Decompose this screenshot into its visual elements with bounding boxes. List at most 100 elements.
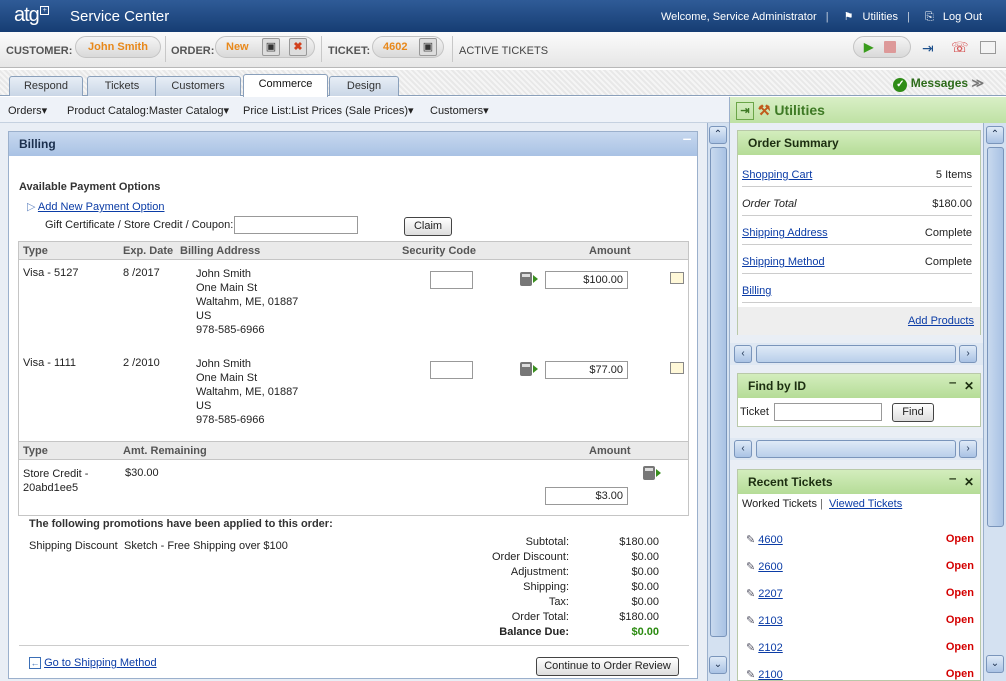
ticket-link[interactable]: 2207: [758, 588, 782, 600]
header-links: Welcome, Service Administrator | ⚑ Utili…: [660, 11, 982, 23]
tab-respond[interactable]: Respond: [9, 76, 83, 96]
logout-link[interactable]: ⎘ Log Out: [919, 11, 982, 23]
billing-link[interactable]: Billing: [742, 285, 771, 297]
scroll-thumb[interactable]: [710, 147, 727, 637]
scroll-thumb[interactable]: [756, 440, 956, 458]
tab-bar: Respond Tickets Customers Commerce Desig…: [0, 70, 1006, 97]
viewed-tickets-tab[interactable]: Viewed Tickets: [829, 498, 902, 510]
recent-tickets-header: Recent Tickets ‒ ✕: [738, 470, 980, 494]
add-products-link[interactable]: Add Products: [908, 315, 974, 327]
utilities-link[interactable]: ⚑ Utilities: [838, 11, 898, 23]
collapse-icon[interactable]: ⇥: [736, 102, 754, 121]
minimize-icon[interactable]: ‒: [683, 126, 691, 150]
scroll-right-icon[interactable]: ›: [959, 345, 977, 363]
security-code-input[interactable]: [430, 271, 473, 289]
save-order-icon[interactable]: ▣: [262, 38, 280, 56]
close-icon[interactable]: ✕: [964, 470, 974, 494]
amount-input[interactable]: $77.00: [545, 361, 628, 379]
list-item: Billing: [742, 281, 972, 303]
worked-tickets-tab[interactable]: Worked Tickets: [742, 498, 817, 510]
messages-toggle[interactable]: ✓ Messages ≫: [893, 76, 984, 92]
list-item: Order Total $180.00: [742, 194, 972, 216]
window-icon[interactable]: [980, 41, 996, 54]
nav-orders[interactable]: Orders▾: [8, 104, 47, 117]
minimize-icon[interactable]: ‒: [949, 470, 956, 490]
ticket-id-input[interactable]: [774, 403, 882, 421]
check-icon: ✓: [893, 78, 908, 92]
ticket-status: Open: [945, 641, 974, 653]
edit-icon[interactable]: [670, 272, 684, 284]
col-type: Type: [23, 445, 48, 457]
coupon-label: Gift Certificate / Store Credit / Coupon…: [45, 219, 234, 231]
main-scrollbar[interactable]: ⌃ ⌄: [707, 123, 729, 681]
shopping-cart-link[interactable]: Shopping Cart: [742, 169, 812, 181]
ticket-link[interactable]: 2600: [758, 561, 782, 573]
scroll-left-icon[interactable]: ‹: [734, 345, 752, 363]
calculator-icon[interactable]: [643, 466, 655, 480]
scroll-left-icon[interactable]: ‹: [734, 440, 752, 458]
minimize-icon[interactable]: ‒: [949, 370, 956, 394]
col-exp: Exp. Date: [123, 245, 174, 257]
tab-commerce[interactable]: Commerce: [243, 74, 328, 97]
active-tickets-link[interactable]: ACTIVE TICKETS: [459, 45, 548, 57]
calculator-icon[interactable]: [520, 362, 532, 376]
ticket-icon: ✎: [746, 615, 756, 627]
h-scrollbar[interactable]: ‹ ›: [730, 343, 1006, 365]
nav-price-list[interactable]: Price List:List Prices (Sale Prices)▾: [243, 104, 414, 117]
scroll-thumb[interactable]: [987, 147, 1004, 527]
card-type: Visa - 5127: [23, 267, 79, 279]
goto-shipping-link[interactable]: Go to Shipping Method: [44, 657, 157, 669]
calculator-icon[interactable]: [520, 272, 532, 286]
nav-customers[interactable]: Customers▾: [430, 104, 489, 117]
cancel-order-icon[interactable]: ✖: [289, 38, 307, 56]
h-scrollbar[interactable]: ‹ ›: [730, 438, 1006, 460]
col-type: Type: [23, 245, 48, 257]
find-button[interactable]: Find: [892, 403, 934, 422]
utilities-icon: ⚑: [843, 11, 854, 23]
scroll-thumb[interactable]: [756, 345, 956, 363]
add-payment-link[interactable]: Add New Payment Option: [38, 201, 165, 213]
scroll-right-icon[interactable]: ›: [959, 440, 977, 458]
ticket-link[interactable]: 2100: [758, 669, 782, 680]
edit-icon[interactable]: [670, 362, 684, 374]
goto-shipping-row: ← Go to Shipping Method: [29, 657, 157, 669]
save-ticket-icon[interactable]: ▣: [419, 38, 437, 56]
close-icon[interactable]: ✕: [964, 374, 974, 398]
scroll-down-icon[interactable]: ⌄: [709, 656, 727, 674]
nav-product-catalog[interactable]: Product Catalog:Master Catalog▾: [67, 104, 229, 117]
scroll-down-icon[interactable]: ⌄: [986, 655, 1004, 673]
scroll-up-icon[interactable]: ⌃: [986, 126, 1004, 144]
ticket-label: TICKET:: [328, 45, 371, 57]
utilities-scrollbar[interactable]: ⌃ ⌄: [983, 123, 1006, 681]
scroll-up-icon[interactable]: ⌃: [709, 126, 727, 144]
order-status: New: [226, 41, 249, 53]
continue-review-button[interactable]: Continue to Order Review: [536, 657, 679, 676]
coupon-input[interactable]: [234, 216, 358, 234]
security-code-input[interactable]: [430, 361, 473, 379]
phone-icon[interactable]: ☏: [951, 39, 969, 56]
tab-customers[interactable]: Customers: [155, 76, 241, 96]
available-options-heading: Available Payment Options: [19, 181, 161, 193]
table-header: Type Amt. Remaining Amount: [19, 442, 688, 460]
claim-button[interactable]: Claim: [404, 217, 452, 236]
tab-tickets[interactable]: Tickets: [87, 76, 157, 96]
ticket-list: ✎ 4600 Open ✎ 2600 Open ✎ 2207 Open ✎ 2103 O…: [746, 533, 976, 680]
amount-input[interactable]: $100.00: [545, 271, 628, 289]
shipping-address-link[interactable]: Shipping Address: [742, 227, 828, 239]
utilities-sidebar: ⇥ ⚒ Utilities Order Summary Shopping Car…: [729, 97, 1006, 681]
customer-pill[interactable]: John Smith: [75, 36, 161, 58]
app-header: atg + Service Center Welcome, Service Adm…: [0, 0, 1006, 32]
ticket-link[interactable]: 4600: [758, 534, 782, 546]
order-label: ORDER:: [171, 45, 215, 57]
stop-icon[interactable]: [884, 41, 896, 53]
tab-design[interactable]: Design: [329, 76, 399, 96]
welcome-text: Welcome, Service Administrator: [660, 11, 817, 23]
shipping-method-link[interactable]: Shipping Method: [742, 256, 825, 268]
ticket-link[interactable]: 2102: [758, 642, 782, 654]
list-item: ✎ 2207 Open: [746, 587, 976, 614]
play-icon[interactable]: ▶: [864, 37, 873, 57]
credit-amount-input[interactable]: $3.00: [545, 487, 628, 505]
ticket-link[interactable]: 2103: [758, 615, 782, 627]
transfer-icon[interactable]: ⇥: [922, 40, 934, 57]
add-payment-row: ▷ Add New Payment Option: [27, 200, 165, 213]
